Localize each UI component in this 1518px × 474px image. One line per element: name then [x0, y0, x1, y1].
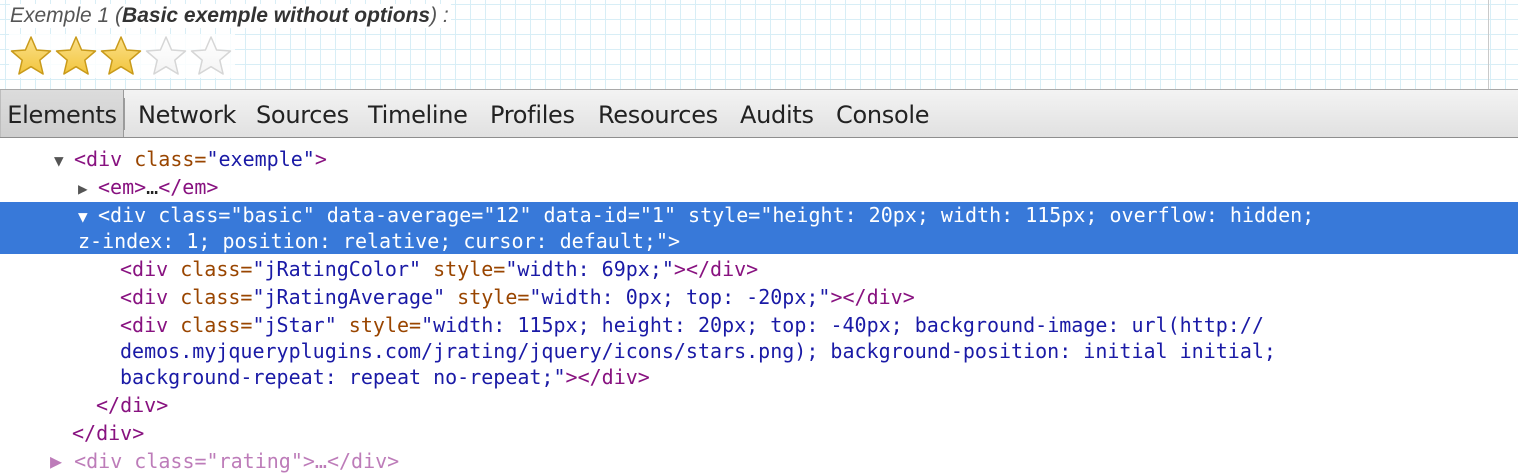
attr-name: data-average=	[314, 203, 484, 227]
tab-divider	[124, 98, 125, 130]
star-filled-icon[interactable]	[9, 34, 53, 78]
collapse-triangle-icon[interactable]: ▼	[54, 148, 74, 174]
dom-node-jstar[interactable]: <div class="jStar" style="width: 115px; …	[120, 312, 1264, 338]
tag-close: </em>	[158, 175, 219, 199]
attr-value: "jRatingAverage"	[252, 285, 446, 309]
dom-node-jstar-wrap-1[interactable]: demos.myjqueryplugins.com/jrating/jquery…	[120, 338, 1276, 364]
tab-resources[interactable]: Resources	[598, 90, 718, 137]
tag-open: <div	[120, 313, 169, 337]
tab-sources[interactable]: Sources	[256, 90, 349, 137]
example-title: Exemple 1 (Basic exemple without options…	[10, 4, 451, 28]
dom-tree: ▼ <div class="exemple"> ▶ <em>…</em> ▼ <div…	[0, 138, 1518, 473]
attr-value: "width: 115px; height: 20px; top: -40px;…	[421, 313, 1264, 337]
dom-node-next-partial[interactable]: ▶ <div class="rating">…</div>	[50, 448, 399, 474]
attr-name: class=	[122, 147, 207, 171]
expand-triangle-icon[interactable]: ▶	[78, 176, 98, 202]
tag-close: >	[668, 229, 681, 253]
star-filled-icon[interactable]	[99, 34, 143, 78]
tag-close: ></div>	[673, 257, 759, 281]
dom-node-jratingaverage[interactable]: <div class="jRatingAverage" style="width…	[120, 284, 915, 310]
dom-close-basic[interactable]: </div>	[96, 392, 168, 418]
star-empty-icon[interactable]	[189, 34, 233, 78]
tag-open: <div	[98, 203, 147, 227]
dom-node-em[interactable]: ▶ <em>…</em>	[78, 174, 218, 202]
star-empty-icon[interactable]	[144, 34, 188, 78]
dom-node-jstar-wrap-2[interactable]: background-repeat: repeat no-repeat;"></…	[120, 364, 650, 390]
collapsed-ellipsis: …	[146, 175, 159, 199]
attr-name: style=	[445, 285, 530, 309]
page-preview: Exemple 1 (Basic exemple without options…	[0, 0, 1518, 89]
tag-close: ></div>	[565, 365, 650, 389]
attr-value: "12"	[483, 203, 532, 227]
tag-open: <div	[120, 285, 169, 309]
tab-audits[interactable]: Audits	[740, 90, 814, 137]
attr-name: style=	[336, 313, 422, 337]
tag-open: <div	[120, 257, 169, 281]
attr-value: "1"	[639, 203, 677, 227]
attr-name: style=	[421, 257, 506, 281]
attr-value: "width: 69px;"	[505, 257, 674, 281]
attr-name: data-id=	[531, 203, 640, 227]
tab-elements[interactable]: Elements	[0, 90, 124, 137]
tab-console[interactable]: Console	[836, 90, 929, 137]
dom-close-exemple[interactable]: </div>	[72, 420, 144, 446]
tab-timeline[interactable]: Timeline	[368, 90, 468, 137]
attr-value: "basic"	[230, 203, 315, 227]
title-prefix: Exemple 1 (	[10, 4, 123, 27]
attr-name: class=	[168, 285, 253, 309]
tag-open: <div	[74, 147, 123, 171]
title-bold: Basic exemple without options	[122, 4, 431, 27]
attr-value: z-index: 1; position: relative; cursor: …	[78, 229, 669, 253]
title-suffix: ) :	[430, 4, 449, 27]
tag-close: >	[314, 147, 327, 171]
collapse-triangle-icon[interactable]: ▼	[78, 204, 98, 230]
tab-profiles[interactable]: Profiles	[490, 90, 575, 137]
attr-value: "jRatingColor"	[252, 257, 422, 281]
attr-name: class=	[146, 203, 231, 227]
dom-node-jratingcolor[interactable]: <div class="jRatingColor" style="width: …	[120, 256, 758, 282]
attr-name: class=	[168, 257, 253, 281]
dom-node-basic-selected-wrap[interactable]: z-index: 1; position: relative; cursor: …	[78, 228, 680, 254]
preview-right-border	[1488, 0, 1489, 89]
attr-value: demos.myjqueryplugins.com/jrating/jquery…	[120, 339, 1276, 363]
tag-close: ></div>	[830, 285, 915, 309]
attr-value: "height: 20px; width: 115px; overflow: h…	[760, 203, 1315, 227]
attr-name: style=	[676, 203, 761, 227]
tag-close: </div>	[72, 421, 145, 445]
dom-node-exemple[interactable]: ▼ <div class="exemple">	[54, 146, 327, 174]
tag-open: <em>	[98, 175, 147, 199]
attr-value: background-repeat: repeat no-repeat;"	[120, 365, 566, 389]
star-rating[interactable]	[9, 34, 235, 78]
attr-name: class=	[168, 313, 253, 337]
attr-value: "width: 0px; top: -20px;"	[529, 285, 831, 309]
tag-partial: ▶ <div class="rating">…</div>	[50, 449, 400, 473]
devtools-toolbar: Elements Network Sources Timeline Profil…	[0, 89, 1518, 138]
attr-value: "jStar"	[252, 313, 337, 337]
attr-value: "exemple"	[206, 147, 315, 171]
dom-node-basic-selected[interactable]: ▼ <div class="basic" data-average="12" da…	[78, 202, 1314, 230]
star-filled-icon[interactable]	[54, 34, 98, 78]
tag-close: </div>	[96, 393, 169, 417]
tab-network[interactable]: Network	[138, 90, 236, 137]
